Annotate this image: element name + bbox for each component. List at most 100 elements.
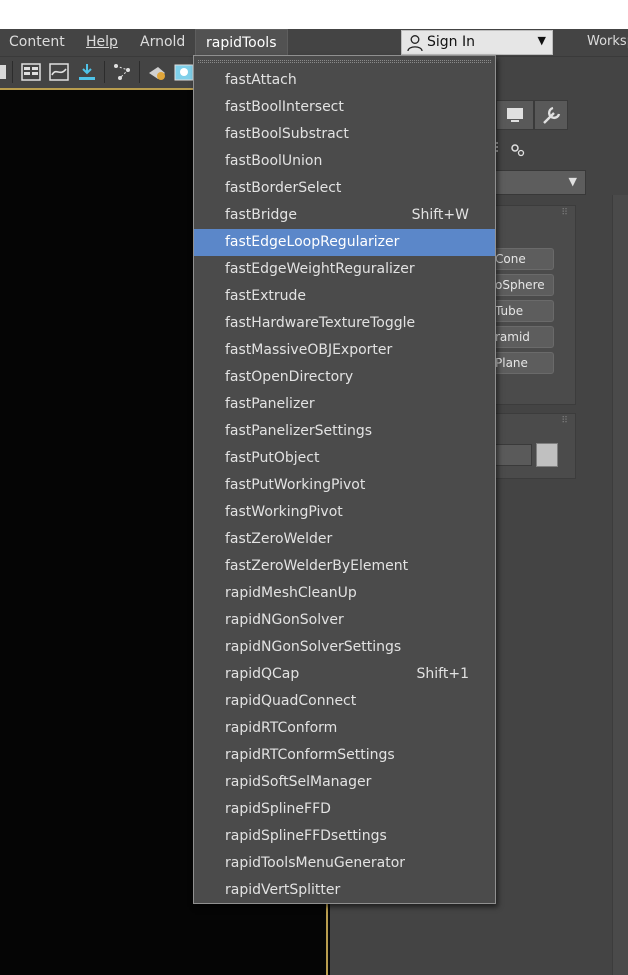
rapidtools-menu: fastAttach fastBoolIntersect fastBoolSubst…: [193, 55, 496, 904]
menu-item[interactable]: fastAttach: [194, 67, 495, 94]
material-editor-icon[interactable]: [146, 61, 168, 83]
menu-item[interactable]: rapidQCap Shift+1: [194, 661, 495, 688]
menu-item[interactable]: fastBoolSubstract: [194, 121, 495, 148]
menu-item-label: rapidSoftSelManager: [225, 774, 372, 790]
menu-item[interactable]: fastPutObject: [194, 445, 495, 472]
menu-item-label: rapidNGonSolver: [225, 612, 344, 628]
gear-icon[interactable]: [494, 140, 534, 162]
toolbar-separator: [104, 61, 105, 83]
menu-item[interactable]: rapidNGonSolver: [194, 607, 495, 634]
caret-down-icon: ▼: [568, 175, 577, 188]
menu-item-label: rapidQCap: [225, 666, 300, 682]
menu-content[interactable]: Content: [9, 29, 65, 56]
menu-item[interactable]: fastBridge Shift+W: [194, 202, 495, 229]
menu-item[interactable]: rapidSplineFFD: [194, 796, 495, 823]
menu-item[interactable]: rapidToolsMenuGenerator: [194, 850, 495, 877]
menu-item[interactable]: fastPanelizer: [194, 391, 495, 418]
menu-item[interactable]: rapidVertSplitter: [194, 877, 495, 904]
sign-in-dropdown[interactable]: Sign In ▼: [401, 30, 553, 55]
dope-sheet-icon[interactable]: [76, 61, 98, 83]
menu-item-label: rapidSplineFFD: [225, 801, 331, 817]
menu-item-label: fastExtrude: [225, 288, 307, 304]
rollout-grip-icon: ⠿: [561, 416, 569, 426]
menu-item-label: fastAttach: [225, 72, 297, 88]
pyramid-button[interactable]: ramid: [494, 326, 554, 348]
menu-item-label: rapidNGonSolverSettings: [225, 639, 402, 655]
object-name-field[interactable]: [494, 444, 532, 466]
cone-button[interactable]: Cone: [494, 248, 554, 270]
monitor-icon: [507, 108, 523, 122]
menu-item-label: fastEdgeLoopRegularizer: [225, 234, 400, 250]
render-setup-icon[interactable]: [173, 61, 195, 83]
menu-item-label: fastEdgeWeightReguralizer: [225, 261, 415, 277]
menu-item-label: fastMassiveOBJExporter: [225, 342, 393, 358]
menu-item[interactable]: fastZeroWelderByElement: [194, 553, 495, 580]
menu-item-label: fastWorkingPivot: [225, 504, 343, 520]
schematic-view-icon[interactable]: [111, 61, 133, 83]
curve-editor-icon[interactable]: [48, 61, 70, 83]
menu-item[interactable]: fastWorkingPivot: [194, 499, 495, 526]
tear-off-handle[interactable]: [198, 60, 491, 63]
menu-item-label: fastBoolSubstract: [225, 126, 349, 142]
geosphere-button[interactable]: oSphere: [494, 274, 554, 296]
menu-item[interactable]: fastEdgeLoopRegularizer: [194, 229, 495, 256]
menu-item-label: rapidQuadConnect: [225, 693, 357, 709]
menu-item-label: fastBorderSelect: [225, 180, 342, 196]
menu-rapidtools[interactable]: rapidTools: [195, 29, 288, 56]
tab-utilities[interactable]: [534, 100, 568, 130]
menu-item-shortcut: Shift+1: [416, 666, 469, 682]
tube-button[interactable]: Tube: [494, 300, 554, 322]
menu-item-label: rapidSplineFFDsettings: [225, 828, 387, 844]
menu-item-label: fastPanelizer: [225, 396, 315, 412]
menu-item[interactable]: fastExtrude: [194, 283, 495, 310]
menu-item[interactable]: rapidRTConform: [194, 715, 495, 742]
window-top-strip: [0, 0, 628, 29]
menu-item[interactable]: fastEdgeWeightReguralizer: [194, 256, 495, 283]
menu-item[interactable]: fastBoolUnion: [194, 148, 495, 175]
tab-display[interactable]: [496, 100, 534, 130]
toolbar-icon-partial[interactable]: [0, 61, 10, 83]
scene-explorer-icon[interactable]: [20, 61, 42, 83]
command-panel-tabs: [494, 100, 628, 130]
menu-item[interactable]: fastHardwareTextureToggle: [194, 310, 495, 337]
menu-item[interactable]: fastBoolIntersect: [194, 94, 495, 121]
object-type-dropdown[interactable]: ▼: [494, 170, 586, 195]
menu-help[interactable]: Help: [86, 29, 118, 56]
menu-item[interactable]: rapidMeshCleanUp: [194, 580, 495, 607]
menu-item-label: fastOpenDirectory: [225, 369, 354, 385]
command-panel-scrollbar[interactable]: [612, 195, 628, 975]
menu-item-label: fastZeroWelderByElement: [225, 558, 409, 574]
menu-item-label: rapidVertSplitter: [225, 882, 341, 898]
plane-button[interactable]: Plane: [494, 352, 554, 374]
menu-item-label: rapidRTConform: [225, 720, 338, 736]
menu-item-label: fastZeroWelder: [225, 531, 333, 547]
toolbar-separator: [139, 61, 140, 83]
rollout-grip-icon: ⠿: [561, 208, 569, 218]
menu-item[interactable]: fastZeroWelder: [194, 526, 495, 553]
menu-arnold[interactable]: Arnold: [140, 29, 185, 56]
workspace-selector[interactable]: Worksp: [587, 34, 628, 49]
menu-item[interactable]: fastBorderSelect: [194, 175, 495, 202]
sign-in-label: Sign In: [427, 34, 475, 50]
menu-item[interactable]: fastMassiveOBJExporter: [194, 337, 495, 364]
menu-item-label: fastBoolIntersect: [225, 99, 344, 115]
menu-item[interactable]: rapidSoftSelManager: [194, 769, 495, 796]
wrench-icon: [543, 106, 561, 124]
menu-item-label: fastPutObject: [225, 450, 320, 466]
menu-item-label: fastPutWorkingPivot: [225, 477, 366, 493]
menu-item[interactable]: fastPutWorkingPivot: [194, 472, 495, 499]
menu-item[interactable]: rapidNGonSolverSettings: [194, 634, 495, 661]
menu-item-label: fastPanelizerSettings: [225, 423, 373, 439]
menu-item[interactable]: rapidRTConformSettings: [194, 742, 495, 769]
menu-item[interactable]: fastPanelizerSettings: [194, 418, 495, 445]
toolbar-separator: [12, 61, 13, 83]
menu-item[interactable]: rapidQuadConnect: [194, 688, 495, 715]
menu-item[interactable]: fastOpenDirectory: [194, 364, 495, 391]
menu-item-label: fastHardwareTextureToggle: [225, 315, 416, 331]
object-color-swatch[interactable]: [536, 443, 558, 467]
menu-item-label: rapidRTConformSettings: [225, 747, 395, 763]
caret-down-icon: ▼: [537, 34, 546, 47]
menu-item[interactable]: rapidSplineFFDsettings: [194, 823, 495, 850]
menu-item-label: fastBridge: [225, 207, 297, 223]
menu-item-label: rapidMeshCleanUp: [225, 585, 357, 601]
